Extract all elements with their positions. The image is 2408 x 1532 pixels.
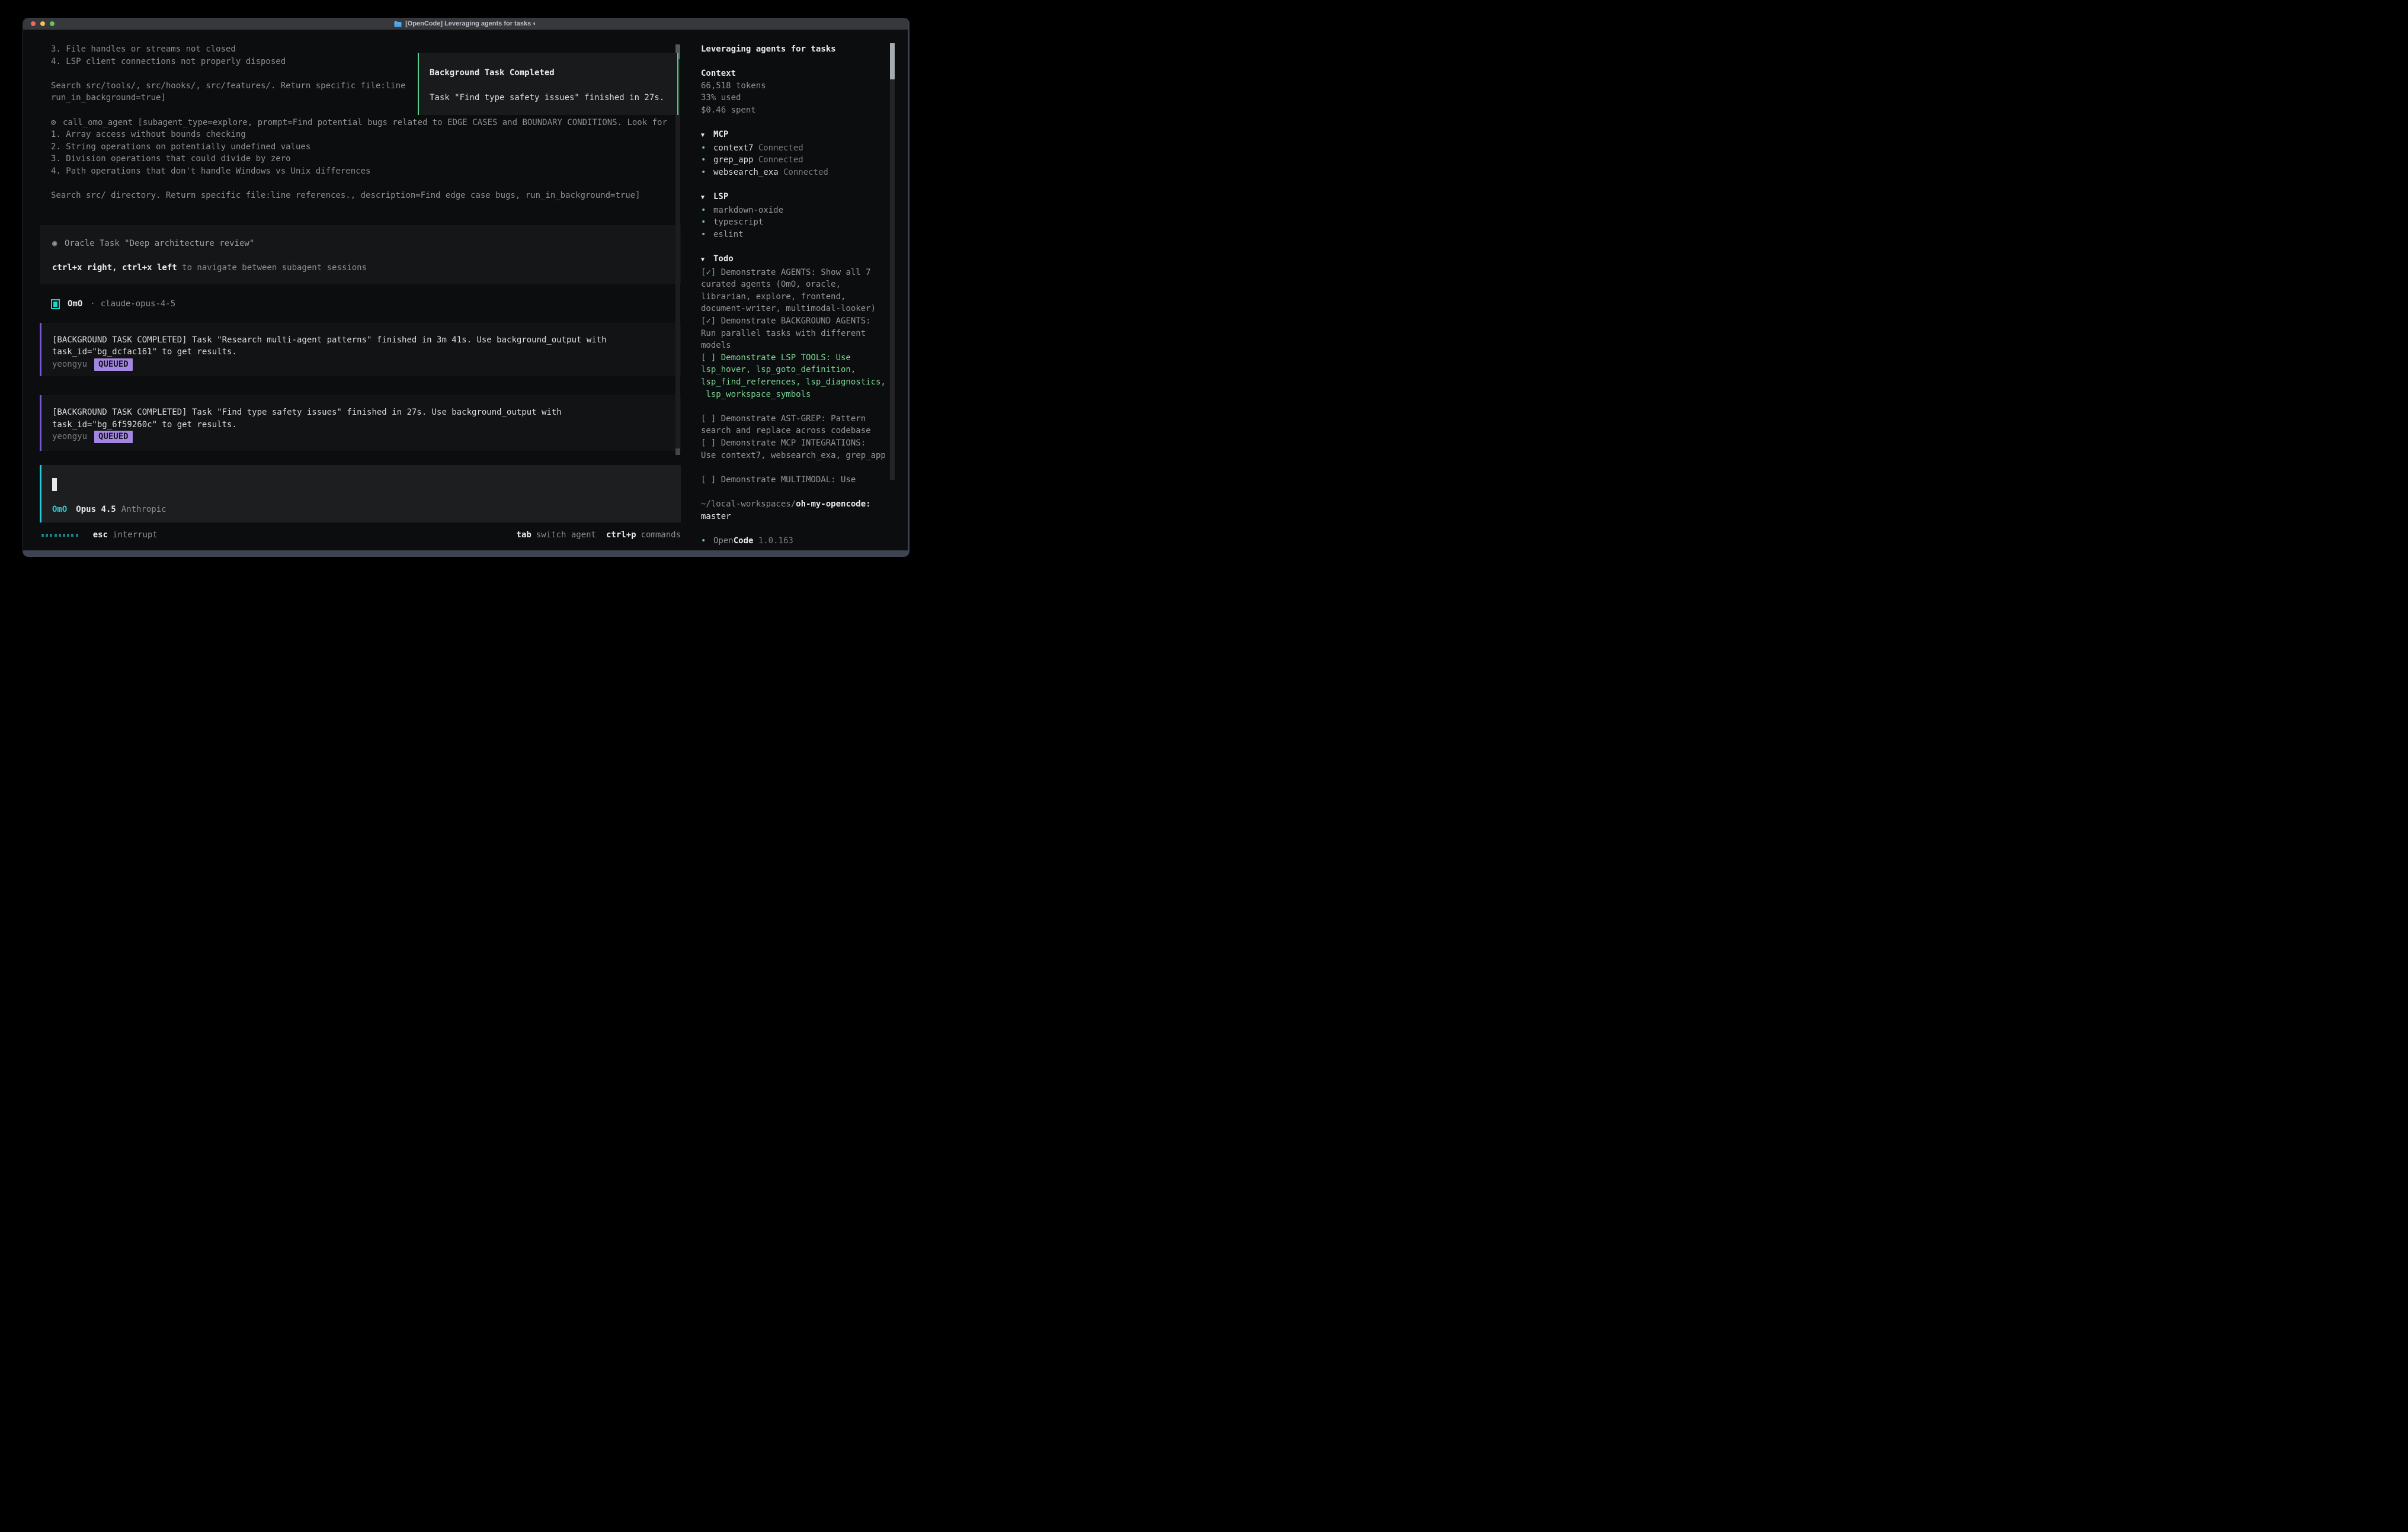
bullet-icon: • — [701, 154, 713, 166]
bullet-icon: • — [701, 204, 713, 217]
bullet-icon: • — [701, 166, 713, 179]
traffic-lights — [31, 21, 59, 26]
agent-name: OmO — [68, 298, 82, 310]
task-meta: yeongyu QUEUED — [52, 431, 681, 443]
chevron-down-icon[interactable]: ▼ — [701, 130, 713, 142]
chevron-down-icon[interactable]: ▼ — [701, 254, 713, 267]
oracle-task-title: Oracle Task "Deep architecture review" — [65, 239, 254, 248]
todo-items-pending: [ ] Demonstrate AST-GREP: Pattern search… — [701, 413, 910, 461]
todo-header: ▼Todo — [701, 253, 910, 267]
task-line2: task_id="bg_dcfac161" to get results. — [52, 346, 681, 358]
agent-icon — [51, 299, 60, 309]
separator-dot: · — [90, 298, 95, 310]
status-badge: QUEUED — [94, 358, 133, 371]
agent-model: claude-opus-4-5 — [101, 298, 175, 310]
input-model-label: Opus 4.5 — [76, 505, 116, 514]
window-title: [OpenCode] Leveraging agents for tasks ◐ — [405, 20, 537, 27]
todo-item-done: [✓] Demonstrate AGENTS: Show all 7 — [701, 267, 910, 279]
task-author: yeongyu — [52, 358, 87, 371]
notification-body: Task "Find type safety issues" finished … — [430, 92, 677, 104]
bullet-icon: • — [701, 216, 713, 229]
notification-title: Background Task Completed — [430, 67, 677, 79]
esc-label: interrupt — [113, 529, 158, 541]
status-bar-right: tab switch agent ctrl+p commands — [517, 529, 681, 541]
task-author: yeongyu — [52, 431, 87, 443]
zoom-button[interactable] — [50, 21, 55, 26]
task-meta: yeongyu QUEUED — [52, 358, 681, 371]
esc-key-hint: esc — [93, 529, 108, 541]
prompt-input[interactable]: OmO Opus 4.5 Anthropic — [40, 465, 681, 523]
mcp-item: •context7Connected — [701, 142, 910, 155]
oracle-task-hint: ctrl+x right, ctrl+x left to navigate be… — [52, 262, 681, 274]
lsp-item: •markdown-oxide — [701, 204, 910, 217]
task-message: [BACKGROUND TASK COMPLETED] Task "Find t… — [40, 395, 681, 451]
record-icon: ◉ — [52, 238, 65, 250]
task-line1: [BACKGROUND TASK COMPLETED] Task "Find t… — [52, 406, 681, 419]
tab-key-hint: tab — [517, 530, 531, 540]
hint-keys: ctrl+x right, ctrl+x left — [52, 263, 177, 273]
check-icon: ✓ — [706, 316, 710, 326]
minimize-button[interactable] — [40, 21, 45, 26]
todo-item-done: [✓] Demonstrate BACKGROUND AGENTS: — [701, 315, 910, 328]
bullet-icon: • — [701, 229, 713, 241]
tab-label: switch agent — [536, 530, 596, 540]
input-provider-label: Anthropic — [121, 505, 166, 514]
git-branch: master — [701, 511, 910, 523]
todo-item-active: [ ] Demonstrate LSP TOOLS: Use lsp_hover… — [701, 352, 910, 400]
terminal-main: 3. File handles or streams not closed 4.… — [40, 43, 681, 541]
mcp-item: •grep_appConnected — [701, 154, 910, 166]
task-message: [BACKGROUND TASK COMPLETED] Task "Resear… — [40, 323, 681, 376]
app-window: [OpenCode] Leveraging agents for tasks ◐… — [23, 18, 910, 557]
spinner-icon — [41, 534, 80, 537]
context-header: Context — [701, 68, 910, 80]
sidebar-scrollbar-thumb[interactable] — [890, 43, 895, 79]
ctrlp-key-hint: ctrl+p — [606, 530, 636, 540]
text-cursor — [52, 478, 57, 491]
task-line2: task_id="bg_6f59260c" to get results. — [52, 419, 681, 431]
workspace-path: ~/local-workspaces/oh-my-opencode: — [701, 498, 910, 511]
model-row: OmO Opus 4.5 Anthropic — [52, 504, 166, 516]
folder-icon — [394, 21, 402, 27]
bullet-icon: • — [701, 142, 713, 155]
mcp-header: ▼MCP — [701, 129, 910, 142]
bullet-icon: • — [701, 535, 713, 547]
oracle-task-title-line: ◉Oracle Task "Deep architecture review" — [52, 238, 681, 250]
session-title: Leveraging agents for tasks — [701, 43, 910, 56]
tool-call-text: call_omo_agent [subagent_type=explore, p… — [63, 118, 667, 127]
lsp-item: •typescript — [701, 216, 910, 229]
tool-call-body: 1. Array access without bounds checking … — [51, 129, 681, 202]
context-stats: 66,518 tokens 33% used $0.46 spent — [701, 80, 910, 117]
ctrlp-label: commands — [641, 530, 681, 540]
main-scrollbar-thumb-bottom[interactable] — [675, 448, 680, 455]
agent-header: OmO · claude-opus-4-5 — [40, 298, 681, 310]
status-badge: QUEUED — [94, 431, 133, 443]
status-bar: esc interrupt tab switch agent ctrl+p comma… — [40, 529, 681, 541]
todo-item-done-wrap: Run parallel tasks with different models — [701, 328, 910, 352]
lsp-header: ▼LSP — [701, 191, 910, 204]
hint-text: to navigate between subagent sessions — [177, 263, 367, 273]
background-task-notification: Background Task Completed Task "Find typ… — [418, 53, 678, 115]
app-version: •OpenCode1.0.163 — [701, 535, 910, 547]
title-bar: [OpenCode] Leveraging agents for tasks ◐ — [23, 18, 908, 30]
chevron-down-icon[interactable]: ▼ — [701, 192, 713, 204]
close-button[interactable] — [31, 21, 36, 26]
todo-item-pending: [ ] Demonstrate MULTIMODAL: Use — [701, 474, 910, 486]
mcp-item: •websearch_exaConnected — [701, 166, 910, 179]
sidebar-scrollbar-track[interactable] — [890, 43, 895, 480]
task-line1: [BACKGROUND TASK COMPLETED] Task "Resear… — [52, 334, 681, 347]
tool-call-line: ⚙call_omo_agent [subagent_type=explore, … — [51, 117, 681, 129]
check-icon: ✓ — [706, 268, 710, 277]
gear-icon: ⚙ — [51, 117, 63, 129]
sidebar: Leveraging agents for tasks Context 66,5… — [701, 43, 910, 547]
input-agent-label: OmO — [52, 505, 67, 514]
oracle-task-box: ◉Oracle Task "Deep architecture review" … — [40, 225, 681, 284]
todo-item-done-wrap: curated agents (OmO, oracle, librarian, … — [701, 278, 910, 315]
lsp-item: •eslint — [701, 229, 910, 241]
